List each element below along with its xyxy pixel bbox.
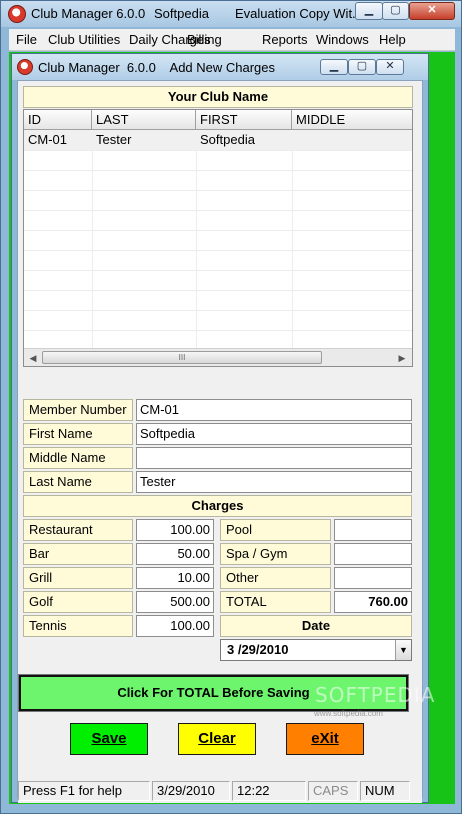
grid-row-line: [24, 150, 412, 151]
grid-column-first[interactable]: FIRST: [196, 110, 292, 130]
first-name-field[interactable]: Softpedia: [136, 423, 412, 445]
total-value: 760.00: [334, 591, 412, 613]
grid-body: CM-01 Tester Softpedia: [24, 130, 412, 348]
grid-row-line: [24, 290, 412, 291]
members-grid[interactable]: ID LAST FIRST MIDDLE CM-01 Tester Softpe…: [23, 109, 413, 367]
child-logo-icon[interactable]: [17, 59, 33, 75]
scroll-left-icon[interactable]: ◀: [26, 351, 40, 365]
grid-row-line: [24, 250, 412, 251]
bar-field[interactable]: 50.00: [136, 543, 214, 565]
charges-header: Charges: [23, 495, 412, 517]
club-name-header: Your Club Name: [23, 86, 413, 108]
middle-name-field[interactable]: [136, 447, 412, 469]
save-button[interactable]: Save: [70, 723, 148, 755]
grill-label: Grill: [23, 567, 133, 589]
grill-field[interactable]: 10.00: [136, 567, 214, 589]
status-time: 12:22: [232, 781, 306, 801]
status-help: Press F1 for help: [18, 781, 150, 801]
main-title-extra: Evaluation Copy Wit...: [235, 6, 363, 21]
status-date: 3/29/2010: [152, 781, 230, 801]
grid-column-middle[interactable]: MIDDLE: [292, 110, 412, 130]
last-name-label: Last Name: [23, 471, 133, 493]
spa-gym-field[interactable]: [334, 543, 412, 565]
bar-label: Bar: [23, 543, 133, 565]
pool-field[interactable]: [334, 519, 412, 541]
child-title-bar[interactable]: Club Manager 6.0.0 Add New Charges ▁ ▢ ✕: [12, 54, 428, 80]
cell-last: Tester: [96, 132, 132, 147]
mdi-workspace: Club Manager 6.0.0 Add New Charges ▁ ▢ ✕…: [9, 52, 455, 804]
last-name-field[interactable]: Tester: [136, 471, 412, 493]
tennis-field[interactable]: 100.00: [136, 615, 214, 637]
cell-first: Softpedia: [200, 132, 255, 147]
total-label: TOTAL: [220, 591, 331, 613]
date-label: Date: [220, 615, 412, 637]
menu-help[interactable]: Help: [379, 32, 406, 47]
first-name-label: First Name: [23, 423, 133, 445]
main-window: Club Manager 6.0.0 Softpedia Evaluation …: [0, 0, 462, 814]
child-title: Club Manager 6.0.0 Add New Charges: [38, 60, 276, 75]
scroll-right-icon[interactable]: ▶: [395, 351, 409, 365]
table-row[interactable]: CM-01 Tester Softpedia: [24, 130, 412, 150]
date-picker[interactable]: 3 /29/2010 ▼: [220, 639, 412, 661]
grid-row-line: [24, 230, 412, 231]
softpedia-watermark: SOFTPEDIA: [315, 683, 436, 707]
close-icon[interactable]: ✕: [409, 2, 455, 20]
status-bar: Press F1 for help 3/29/2010 12:22 CAPS N…: [18, 779, 422, 803]
menu-billing[interactable]: Billing: [187, 32, 222, 47]
middle-name-label: Middle Name: [23, 447, 133, 469]
child-minimize-icon[interactable]: ▁: [320, 59, 348, 75]
menu-club-utilities[interactable]: Club Utilities: [48, 32, 120, 47]
main-title-vendor: Softpedia: [154, 6, 209, 21]
grid-row-line: [24, 210, 412, 211]
maximize-icon[interactable]: ▢: [382, 2, 409, 20]
grid-row-line: [24, 170, 412, 171]
softpedia-watermark-url: www.softpedia.com: [314, 709, 383, 718]
status-caps: CAPS: [308, 781, 358, 801]
other-label: Other: [220, 567, 331, 589]
minimize-icon[interactable]: ▁: [355, 2, 383, 20]
menu-windows[interactable]: Windows: [316, 32, 369, 47]
spa-gym-label: Spa / Gym: [220, 543, 331, 565]
menu-reports[interactable]: Reports: [262, 32, 308, 47]
menu-bar: File Club Utilities Daily Charges Billin…: [9, 29, 455, 51]
exit-button[interactable]: eXit: [286, 723, 364, 755]
clear-button[interactable]: Clear: [178, 723, 256, 755]
add-charges-window: Club Manager 6.0.0 Add New Charges ▁ ▢ ✕…: [11, 53, 434, 803]
main-title-bar[interactable]: Club Manager 6.0.0 Softpedia Evaluation …: [1, 1, 461, 27]
grid-column-last[interactable]: LAST: [92, 110, 196, 130]
date-value: 3 /29/2010: [227, 642, 289, 657]
tennis-label: Tennis: [23, 615, 133, 637]
member-number-label: Member Number: [23, 399, 133, 421]
pool-label: Pool: [220, 519, 331, 541]
grid-row-line: [24, 310, 412, 311]
grid-column-id[interactable]: ID: [24, 110, 92, 130]
cell-middle: [292, 130, 412, 150]
restaurant-label: Restaurant: [23, 519, 133, 541]
grid-row-line: [24, 330, 412, 331]
child-maximize-icon[interactable]: ▢: [348, 59, 376, 75]
scroll-thumb[interactable]: III: [42, 351, 322, 364]
restaurant-field[interactable]: 100.00: [136, 519, 214, 541]
golf-field[interactable]: 500.00: [136, 591, 214, 613]
charges-form: Your Club Name ID LAST FIRST MIDDLE CM-0…: [17, 80, 434, 803]
status-num: NUM: [360, 781, 410, 801]
golf-label: Golf: [23, 591, 133, 613]
grid-horizontal-scrollbar[interactable]: ◀ III ▶: [24, 348, 412, 366]
child-close-icon[interactable]: ✕: [376, 59, 404, 75]
menu-file[interactable]: File: [16, 32, 37, 47]
grid-row-line: [24, 270, 412, 271]
app-logo-icon[interactable]: [8, 5, 26, 23]
other-field[interactable]: [334, 567, 412, 589]
chevron-down-icon[interactable]: ▼: [395, 640, 411, 660]
grid-header: ID LAST FIRST MIDDLE: [24, 110, 412, 130]
member-number-field[interactable]: CM-01: [136, 399, 412, 421]
grid-row-line: [24, 190, 412, 191]
cell-id: CM-01: [28, 132, 68, 147]
main-title-app: Club Manager 6.0.0: [31, 6, 146, 21]
